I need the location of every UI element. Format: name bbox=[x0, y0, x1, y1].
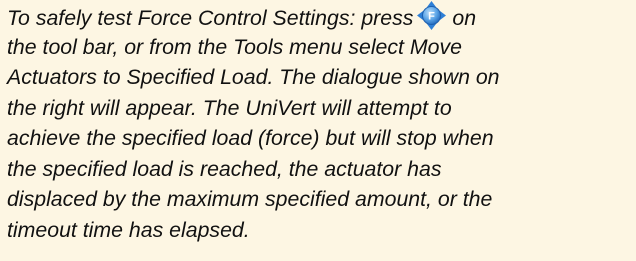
instruction-line-6: the specified load is reached, the actua… bbox=[7, 156, 442, 181]
instruction-line-2: the tool bar, or from the Tools menu sel… bbox=[7, 34, 462, 59]
instruction-line-8: timeout time has elapsed. bbox=[7, 217, 250, 242]
instruction-line-3: Actuators to Specified Load. The dialogu… bbox=[7, 65, 500, 89]
instruction-line-5: achieve the specified load (force) but w… bbox=[7, 126, 494, 150]
instruction-text-after-icon: on bbox=[452, 6, 477, 30]
force-move-toolbar-icon: F bbox=[417, 1, 447, 30]
instruction-callout: To safely test Force Control Settings: p… bbox=[0, 0, 636, 261]
force-icon-letter: F bbox=[429, 11, 436, 23]
instruction-text-before-icon: To safely test Force Control Settings: p… bbox=[7, 6, 414, 30]
instruction-line-7: displaced by the maximum specified amoun… bbox=[7, 187, 493, 211]
instruction-line-1: To safely test Force Control Settings: p… bbox=[7, 1, 626, 32]
instruction-line-4: the right will appear. The UniVert will … bbox=[7, 95, 452, 120]
